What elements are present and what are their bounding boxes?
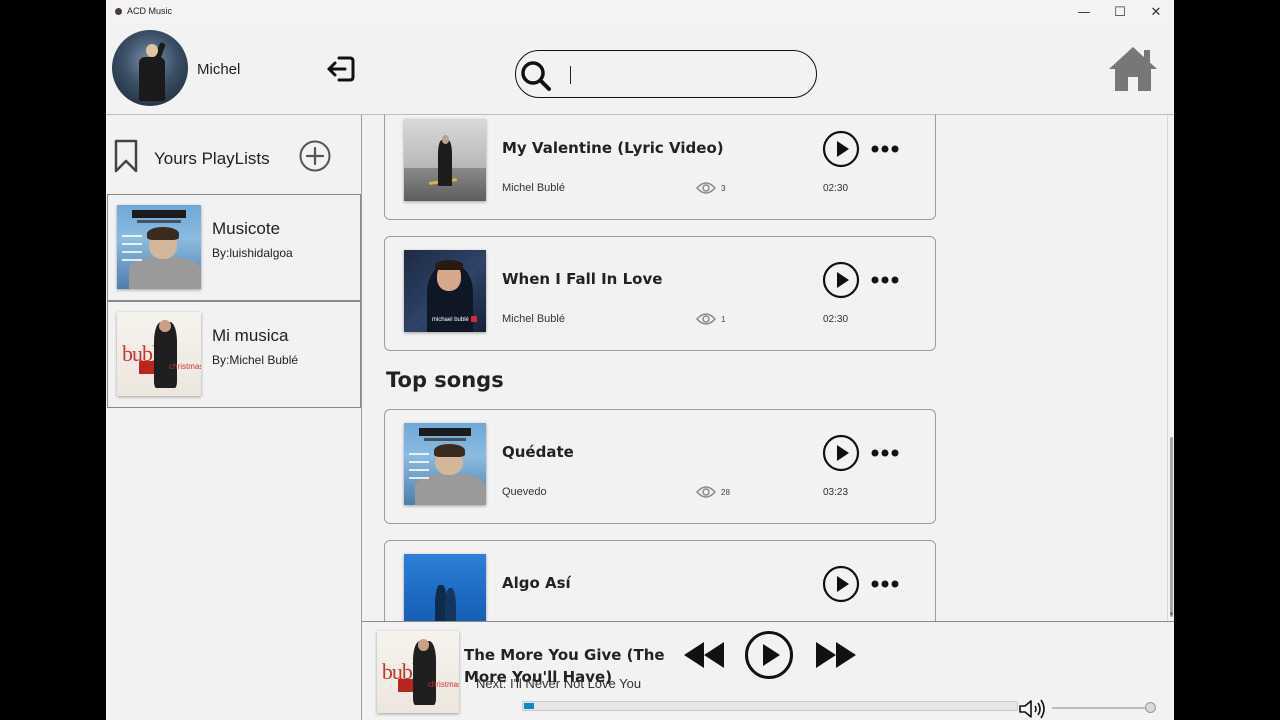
song-cover [404, 554, 486, 621]
home-icon[interactable] [1106, 44, 1160, 94]
search-icon[interactable] [519, 59, 553, 93]
song-card[interactable]: Quédate Quevedo 28 03:23 [384, 409, 936, 524]
app-window: ACD Music — ☐ ✕ Michel Yours PlayLists M… [106, 0, 1174, 720]
song-card[interactable]: My Valentine (Lyric Video) Michel Bublé … [384, 115, 936, 220]
more-options-icon[interactable] [871, 448, 899, 458]
scrollbar-thumb[interactable] [1170, 437, 1173, 617]
volume-slider[interactable] [1052, 707, 1156, 709]
view-count: 3 [721, 184, 726, 193]
section-title: Top songs [386, 368, 504, 392]
more-options-icon[interactable] [871, 144, 899, 154]
song-title: Algo Así [502, 574, 571, 592]
close-button[interactable]: ✕ [1138, 2, 1174, 22]
song-cover [404, 119, 486, 201]
playlist-name: Musicote [212, 219, 281, 238]
maximize-button[interactable]: ☐ [1102, 2, 1138, 22]
playlist-cover [117, 205, 201, 289]
playlist-item[interactable]: Musicote By:luishidalgoa [107, 194, 361, 301]
scrollbar[interactable]: ▾ [1167, 115, 1174, 621]
playlists-title: Yours PlayLists [154, 149, 270, 168]
playlist-cover: bublé christmas [117, 312, 201, 396]
play-icon[interactable] [822, 261, 860, 299]
player-bar: bublé christmas The More You Give (The Mo… [362, 621, 1174, 720]
play-pause-icon[interactable] [744, 630, 794, 680]
logout-icon[interactable] [326, 54, 356, 84]
views-icon [696, 486, 716, 498]
app-icon [115, 8, 122, 15]
song-card[interactable]: Algo Así [384, 540, 936, 621]
progress-fill [524, 703, 534, 709]
song-artist: Quevedo [502, 486, 547, 498]
song-title: When I Fall In Love [502, 270, 663, 288]
views-icon [696, 182, 716, 194]
play-icon[interactable] [822, 565, 860, 603]
next-song-label: Next: I'll Never Not Love You [476, 676, 642, 691]
search-box[interactable] [515, 50, 817, 98]
scroll-down-icon[interactable]: ▾ [1168, 610, 1174, 620]
now-playing-cover: bublé christmas [377, 631, 459, 713]
header: Michel [106, 24, 1174, 115]
more-options-icon[interactable] [871, 275, 899, 285]
view-count: 1 [721, 315, 726, 324]
title-bar: ACD Music — ☐ ✕ [106, 0, 1174, 24]
playlist-item[interactable]: bublé christmas Mi musica By:Michel Bublé [107, 301, 361, 408]
volume-slider-knob[interactable] [1145, 702, 1156, 713]
song-cover [404, 423, 486, 505]
playlist-name: Mi musica [212, 326, 289, 345]
song-card[interactable]: michael bublé When I Fall In Love Michel… [384, 236, 936, 351]
more-options-icon[interactable] [871, 579, 899, 589]
previous-icon[interactable] [682, 638, 726, 672]
progress-bar[interactable] [522, 701, 1018, 711]
song-title: Quédate [502, 443, 574, 461]
song-artist: Michel Bublé [502, 313, 565, 325]
add-playlist-icon[interactable] [299, 140, 331, 172]
view-count: 28 [721, 488, 730, 497]
username-label: Michel [197, 61, 241, 78]
song-artist: Michel Bublé [502, 182, 565, 194]
views-icon [696, 313, 716, 325]
window-title: ACD Music [127, 6, 173, 16]
search-input[interactable] [568, 61, 798, 87]
next-icon[interactable] [814, 638, 858, 672]
song-duration: 03:23 [823, 487, 849, 498]
song-cover: michael bublé [404, 250, 486, 332]
song-duration: 02:30 [823, 183, 849, 194]
song-duration: 02:30 [823, 314, 849, 325]
playlist-owner: By:luishidalgoa [212, 246, 293, 260]
bookmark-icon [114, 139, 138, 173]
song-title: My Valentine (Lyric Video) [502, 139, 724, 157]
avatar[interactable] [112, 30, 188, 106]
playlist-owner: By:Michel Bublé [212, 353, 299, 367]
sidebar: Yours PlayLists Musicote By:luishidalgoa… [106, 115, 362, 720]
play-icon[interactable] [822, 434, 860, 472]
volume-icon[interactable] [1018, 698, 1048, 720]
minimize-button[interactable]: — [1066, 2, 1102, 22]
song-list: My Valentine (Lyric Video) Michel Bublé … [362, 115, 1174, 621]
play-icon[interactable] [822, 130, 860, 168]
playlists-header: Yours PlayLists [106, 115, 361, 194]
